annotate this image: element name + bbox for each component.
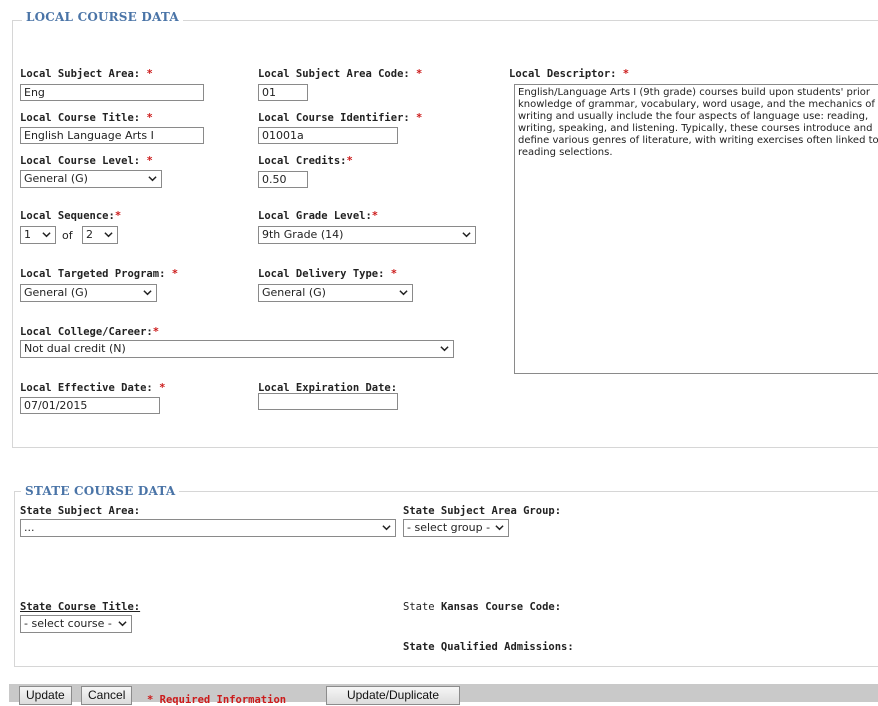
chevron-down-icon xyxy=(462,232,471,238)
local-delivery-type-select[interactable]: General (G) xyxy=(258,284,413,302)
chevron-down-icon xyxy=(148,176,157,182)
local-course-level-label: Local Course Level: * xyxy=(20,155,153,167)
local-targeted-program-label: Local Targeted Program: * xyxy=(20,268,179,280)
state-kansas-course-code-label: State Kansas Course Code: xyxy=(403,601,562,613)
local-grade-level-select[interactable]: 9th Grade (14) xyxy=(258,226,476,244)
local-subject-area-code-label: Local Subject Area Code: * xyxy=(258,68,423,80)
state-course-title-select[interactable]: - select course - xyxy=(20,615,132,633)
state-subject-area-label: State Subject Area: xyxy=(20,505,141,517)
local-college-career-select[interactable]: Not dual credit (N) xyxy=(20,340,454,358)
local-sequence-select[interactable]: 1 xyxy=(20,226,56,244)
local-descriptor-textarea[interactable]: English/Language Arts I (9th grade) cour… xyxy=(514,84,878,374)
state-course-data-legend: STATE COURSE DATA xyxy=(21,484,180,498)
local-subject-area-code-input[interactable]: 01 xyxy=(258,84,308,101)
chevron-down-icon xyxy=(495,525,504,531)
local-course-title-input[interactable]: English Language Arts I xyxy=(20,127,204,144)
local-college-career-label: Local College/Career:* xyxy=(20,326,160,338)
local-credits-label: Local Credits:* xyxy=(258,155,353,167)
state-subject-area-select[interactable]: ... xyxy=(20,519,396,537)
chevron-down-icon xyxy=(104,232,113,238)
local-sequence-label: Local Sequence:* xyxy=(20,210,122,222)
local-course-data-legend: LOCAL COURSE DATA xyxy=(22,10,183,24)
chevron-down-icon xyxy=(42,232,51,238)
local-expiration-date-input[interactable] xyxy=(258,393,398,410)
local-descriptor-label: Local Descriptor: * xyxy=(509,68,630,80)
chevron-down-icon xyxy=(440,346,449,352)
state-course-title-label: State Course Title: xyxy=(20,601,141,613)
required-information-note: * Required Information xyxy=(147,694,287,706)
chevron-down-icon xyxy=(118,621,127,627)
state-subject-area-group-select[interactable]: - select group - xyxy=(403,519,509,537)
state-qualified-admissions-label: State Qualified Admissions: xyxy=(403,641,574,653)
local-sequence-of-select[interactable]: 2 xyxy=(82,226,118,244)
local-course-level-select[interactable]: General (G) xyxy=(20,170,162,188)
sequence-of-label: of xyxy=(62,229,73,242)
local-course-identifier-label: Local Course Identifier: * xyxy=(258,112,423,124)
update-duplicate-button[interactable]: Update/Duplicate xyxy=(326,686,460,705)
local-effective-date-label: Local Effective Date: * xyxy=(20,382,166,394)
local-subject-area-label: Local Subject Area: * xyxy=(20,68,153,80)
update-button[interactable]: Update xyxy=(19,686,72,705)
local-course-title-label: Local Course Title: * xyxy=(20,112,153,124)
local-targeted-program-select[interactable]: General (G) xyxy=(20,284,157,302)
local-delivery-type-label: Local Delivery Type: * xyxy=(258,268,398,280)
state-subject-area-group-label: State Subject Area Group: xyxy=(403,505,562,517)
chevron-down-icon xyxy=(382,525,391,531)
local-subject-area-input[interactable]: Eng xyxy=(20,84,204,101)
local-credits-input[interactable]: 0.50 xyxy=(258,171,308,188)
local-course-identifier-input[interactable]: 01001a xyxy=(258,127,398,144)
chevron-down-icon xyxy=(399,290,408,296)
local-grade-level-label: Local Grade Level:* xyxy=(258,210,379,222)
cancel-button[interactable]: Cancel xyxy=(81,686,133,705)
local-effective-date-input[interactable]: 07/01/2015 xyxy=(20,397,160,414)
chevron-down-icon xyxy=(143,290,152,296)
